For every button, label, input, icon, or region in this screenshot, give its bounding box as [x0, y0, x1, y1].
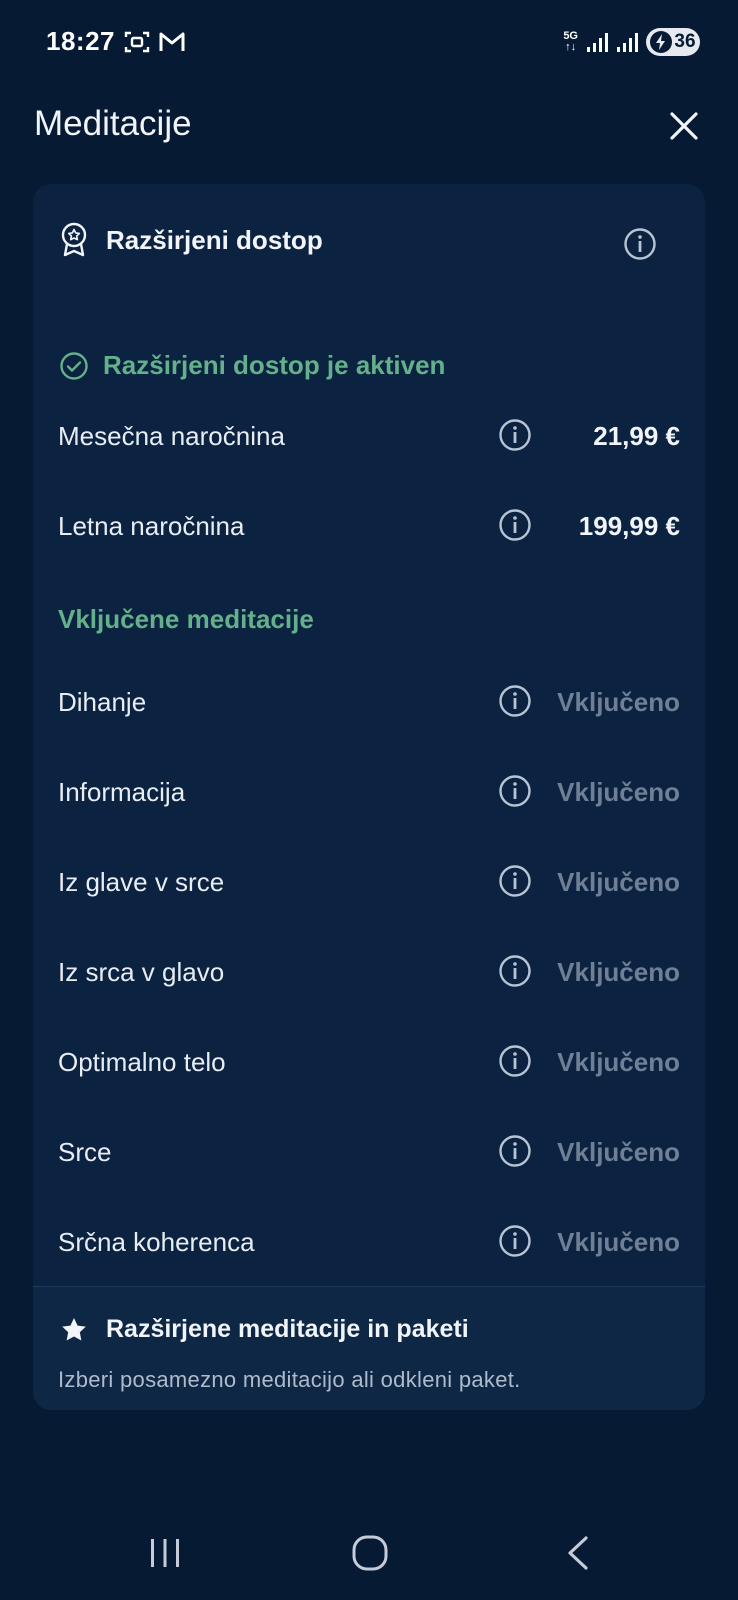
footer-subtitle: Izberi posamezno meditacijo ali odkleni … — [58, 1367, 521, 1392]
info-icon — [499, 775, 531, 807]
subscription-label: Letna naročnina — [58, 511, 245, 541]
close-button[interactable] — [664, 106, 704, 146]
meditation-label: Iz glave v srce — [58, 867, 225, 897]
info-icon — [624, 228, 656, 260]
meditation-label: Srčna koherenca — [58, 1227, 255, 1257]
home-icon — [352, 1535, 388, 1571]
included-meditations-title: Vključene meditacije — [58, 604, 314, 634]
back-button[interactable] — [548, 1528, 608, 1578]
meditation-row: Optimalno telo Vključeno — [58, 1042, 680, 1082]
status-notification-icons — [124, 30, 186, 54]
meditation-status: Vključeno — [557, 1047, 680, 1077]
active-status: Razširjeni dostop je aktiven — [59, 350, 445, 381]
card-info-button[interactable] — [623, 227, 659, 263]
screenshot-icon — [124, 31, 150, 53]
star-icon — [62, 1317, 86, 1340]
subscription-info-button[interactable] — [498, 418, 534, 454]
meditation-label: Srce — [58, 1137, 112, 1167]
battery-indicator: 36 — [646, 28, 700, 56]
back-icon — [568, 1536, 588, 1570]
meditation-info-button[interactable] — [498, 774, 534, 810]
meditation-row: Informacija Vključeno — [58, 772, 680, 812]
meditation-info-button[interactable] — [498, 1224, 534, 1260]
meditation-info-button[interactable] — [498, 1044, 534, 1080]
status-bar: 18:27 5G ↑↓ 36 — [0, 0, 738, 86]
info-icon — [499, 685, 531, 717]
meditation-label: Informacija — [58, 777, 186, 807]
info-icon — [499, 419, 531, 451]
meditation-status: Vključeno — [557, 1227, 680, 1257]
meditation-info-button[interactable] — [498, 1134, 534, 1170]
system-navigation-bar — [0, 1500, 738, 1600]
info-icon — [499, 1135, 531, 1167]
footer-title: Razširjene meditacije in paketi — [106, 1315, 469, 1343]
subscription-price: 21,99 € — [593, 421, 680, 451]
subscription-price: 199,99 € — [578, 511, 680, 541]
meditation-row: Iz srca v glavo Vključeno — [58, 952, 680, 992]
meditation-row: Srce Vključeno — [58, 1132, 680, 1172]
info-icon — [499, 955, 531, 987]
meditation-status: Vključeno — [557, 1137, 680, 1167]
card-title: Razširjeni dostop — [106, 224, 323, 255]
footer-title-row: Razširjene meditacije in paketi — [60, 1315, 469, 1344]
meditation-status: Vključeno — [557, 867, 680, 897]
battery-level: 36 — [674, 31, 696, 52]
subscription-info-button[interactable] — [498, 508, 534, 544]
status-system-icons: 5G ↑↓ 36 — [563, 28, 700, 56]
meditation-row: Srčna koherenca Vključeno — [58, 1222, 680, 1262]
subscription-row-yearly: Letna naročnina 199,99 € — [58, 506, 680, 546]
info-icon — [499, 509, 531, 541]
page-title: Meditacije — [34, 104, 192, 143]
active-status-text: Razširjeni dostop je aktiven — [103, 350, 446, 380]
close-icon — [670, 112, 698, 140]
subscription-row-monthly: Mesečna naročnina 21,99 € — [58, 416, 680, 456]
signal-icon-2 — [617, 33, 638, 52]
meditation-status: Vključeno — [557, 957, 680, 987]
home-button[interactable] — [340, 1528, 400, 1578]
meditation-label: Optimalno telo — [58, 1047, 226, 1077]
info-icon — [499, 1045, 531, 1077]
meditation-label: Iz srca v glavo — [58, 957, 225, 987]
meditation-info-button[interactable] — [498, 864, 534, 900]
recent-apps-button[interactable] — [135, 1528, 195, 1578]
signal-icon-1 — [587, 33, 608, 52]
award-badge-icon — [61, 222, 87, 257]
subscription-label: Mesečna naročnina — [58, 421, 285, 451]
meditation-info-button[interactable] — [498, 684, 534, 720]
meditation-label: Dihanje — [58, 687, 147, 717]
gmail-icon — [159, 32, 185, 51]
extended-meditations-link[interactable]: Razširjene meditacije in paketi Izberi p… — [33, 1287, 705, 1410]
card-header: Razširjeni dostop — [60, 222, 323, 258]
charging-icon — [650, 31, 673, 53]
status-time: 18:27 — [46, 26, 115, 56]
check-circle-icon — [60, 351, 88, 380]
meditation-row: Dihanje Vključeno — [58, 682, 680, 722]
extended-access-card: Razširjeni dostop Razširjeni dostop je a… — [33, 184, 705, 1410]
meditation-info-button[interactable] — [498, 954, 534, 990]
info-icon — [499, 1225, 531, 1257]
info-icon — [499, 865, 531, 897]
meditation-status: Vključeno — [557, 687, 680, 717]
meditation-row: Iz glave v srce Vključeno — [58, 862, 680, 902]
meditation-status: Vključeno — [557, 777, 680, 807]
network-type-icon: 5G ↑↓ — [563, 30, 578, 53]
recent-apps-icon — [151, 1539, 179, 1567]
